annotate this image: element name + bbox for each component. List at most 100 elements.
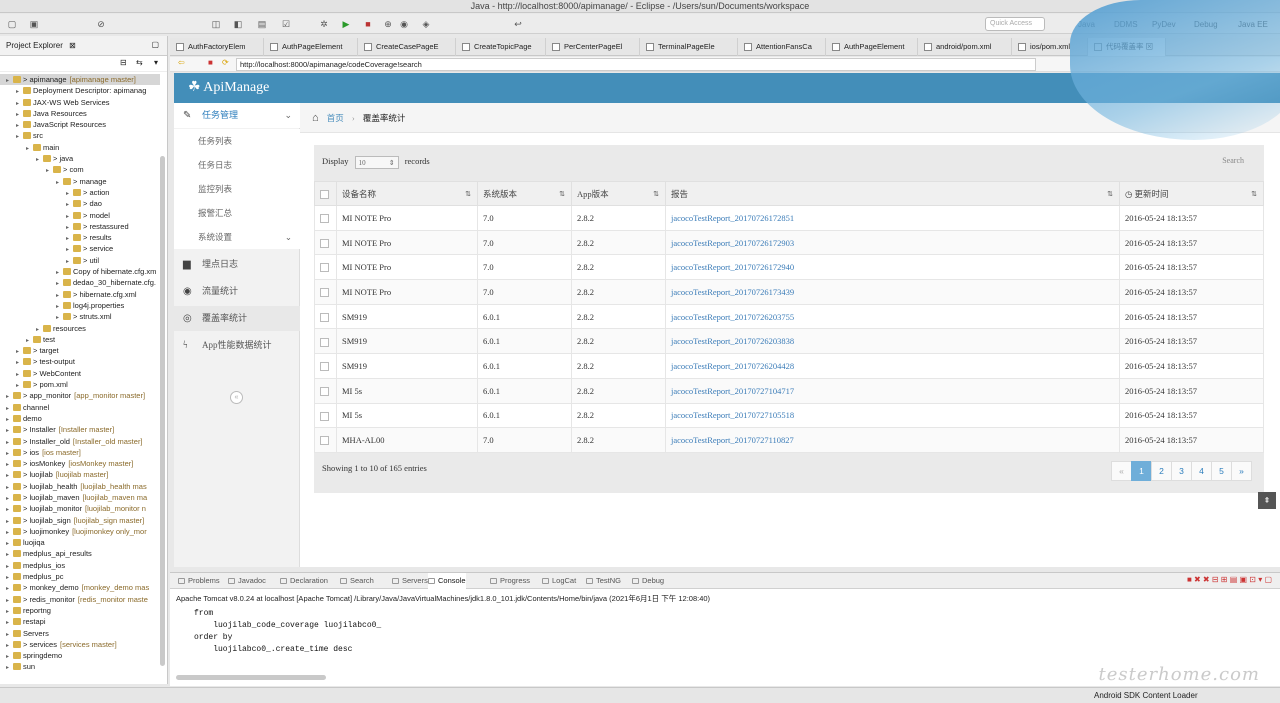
- tree-item[interactable]: ▸ > test-output: [0, 356, 160, 367]
- tree-item[interactable]: ▸ > pom.xml: [0, 379, 160, 390]
- report-link[interactable]: jacocoTestReport_20170726203755: [671, 312, 794, 322]
- scroll-top-button[interactable]: ⇞: [1258, 492, 1276, 509]
- bottom-tab-declaration[interactable]: Declaration: [280, 573, 328, 589]
- expand-arrow-icon[interactable]: ▸: [66, 223, 73, 232]
- editor-tab[interactable]: AuthPageElement: [826, 38, 918, 56]
- report-link[interactable]: jacocoTestReport_20170726172903: [671, 238, 794, 248]
- bottom-tab-console[interactable]: Console: [428, 573, 466, 589]
- pager-page[interactable]: 4: [1191, 461, 1212, 481]
- tree-item[interactable]: ▸ test: [0, 334, 160, 345]
- tree-item[interactable]: ▸ medplus_pc: [0, 571, 160, 582]
- stop-external-icon[interactable]: ■: [362, 18, 374, 30]
- expand-arrow-icon[interactable]: ▸: [66, 245, 73, 254]
- expand-arrow-icon[interactable]: ▸: [6, 528, 13, 537]
- expand-arrow-icon[interactable]: ▸: [56, 268, 63, 277]
- submenu-monitor-list[interactable]: 监控列表: [174, 177, 300, 201]
- tree-item[interactable]: ▸ > luojilab [luojilab master]: [0, 469, 160, 480]
- menu-coverage-stats[interactable]: ◎ 覆盖率统计: [174, 306, 300, 331]
- search-label[interactable]: Search: [1222, 156, 1244, 165]
- pager-next[interactable]: »: [1231, 461, 1252, 481]
- tree-item[interactable]: ▸ luojiqa: [0, 537, 160, 548]
- editor-tab[interactable]: android/pom.xml: [918, 38, 1012, 56]
- expand-arrow-icon[interactable]: ▸: [6, 618, 13, 627]
- expand-arrow-icon[interactable]: ▸: [6, 652, 13, 661]
- console-scrollbar[interactable]: [176, 675, 326, 680]
- view-menu-icon[interactable]: ▾: [154, 58, 158, 67]
- expand-arrow-icon[interactable]: ▸: [6, 630, 13, 639]
- editor-tab[interactable]: TerminalPageEle: [640, 38, 738, 56]
- expand-arrow-icon[interactable]: ▸: [16, 132, 23, 141]
- expand-arrow-icon[interactable]: ▸: [6, 426, 13, 435]
- tree-item[interactable]: ▸ > Installer_old [Installer_old master]: [0, 436, 160, 447]
- table-row[interactable]: SM919 6.0.1 2.8.2 jacocoTestReport_20170726…: [314, 353, 1264, 379]
- refresh-icon[interactable]: ⟳: [222, 58, 229, 67]
- expand-arrow-icon[interactable]: ▸: [6, 562, 13, 571]
- pager-page[interactable]: 3: [1171, 461, 1192, 481]
- report-link[interactable]: jacocoTestReport_20170726172851: [671, 213, 794, 223]
- table-row[interactable]: MHA-AL00 7.0 2.8.2 jacocoTestReport_2017072…: [314, 427, 1264, 453]
- expand-arrow-icon[interactable]: ▸: [56, 291, 63, 300]
- submenu-task-list[interactable]: 任务列表: [174, 129, 300, 153]
- open-type-icon[interactable]: ◈: [420, 18, 432, 30]
- page-size-select[interactable]: 10 ⇕: [354, 155, 399, 169]
- menu-task-management[interactable]: ✎ 任务管理 ⌄: [174, 103, 300, 128]
- sidebar-collapse-button[interactable]: «: [230, 391, 243, 404]
- skip-breakpoints-icon[interactable]: ⊘: [95, 18, 107, 30]
- expand-arrow-icon[interactable]: ▸: [16, 381, 23, 390]
- expand-arrow-icon[interactable]: ▸: [6, 415, 13, 424]
- expand-arrow-icon[interactable]: ▸: [56, 313, 63, 322]
- bottom-tab-servers[interactable]: Servers: [392, 573, 428, 589]
- expand-arrow-icon[interactable]: ▸: [6, 392, 13, 401]
- menu-traffic-stats[interactable]: ◉ 流量统计: [174, 279, 300, 304]
- editor-tab[interactable]: 代码覆盖率 ⊠: [1088, 38, 1166, 56]
- tree-item[interactable]: ▸ > service: [0, 243, 160, 254]
- tree-item[interactable]: ▸ > Installer [Installer master]: [0, 424, 160, 435]
- tree-item[interactable]: ▸ > manage: [0, 176, 160, 187]
- expand-arrow-icon[interactable]: ▸: [56, 178, 63, 187]
- expand-arrow-icon[interactable]: ▸: [6, 494, 13, 503]
- table-row[interactable]: MI NOTE Pro 7.0 2.8.2 jacocoTestReport_2017…: [314, 229, 1264, 256]
- col-report[interactable]: 报告 ⇅: [665, 181, 1120, 206]
- tree-item[interactable]: ▸ > struts.xml: [0, 311, 160, 322]
- expand-arrow-icon[interactable]: ▸: [16, 358, 23, 367]
- tree-item[interactable]: ▸ > luojilab_maven [luojilab_maven ma: [0, 492, 160, 503]
- expand-arrow-icon[interactable]: ▸: [66, 234, 73, 243]
- tree-item[interactable]: ▸ > java: [0, 153, 160, 164]
- report-link[interactable]: jacocoTestReport_20170727110827: [671, 435, 794, 445]
- expand-arrow-icon[interactable]: ▸: [26, 336, 33, 345]
- tree-item[interactable]: ▸ > target: [0, 345, 160, 356]
- tree-item[interactable]: ▸ Copy of hibernate.cfg.xm: [0, 266, 160, 277]
- tree-item[interactable]: ▸ restapi: [0, 616, 160, 627]
- run-icon[interactable]: ▶: [340, 18, 352, 30]
- col-updated-time[interactable]: ◷ 更新时间 ⇅: [1119, 181, 1264, 206]
- expand-arrow-icon[interactable]: ▸: [6, 471, 13, 480]
- quick-access-input[interactable]: Quick Access: [985, 17, 1045, 31]
- tree-item[interactable]: ▸ > monkey_demo [monkey_demo mas: [0, 582, 160, 593]
- report-link[interactable]: jacocoTestReport_20170726203838: [671, 336, 794, 346]
- bottom-tab-problems[interactable]: Problems: [178, 573, 220, 589]
- expand-arrow-icon[interactable]: ▸: [6, 641, 13, 650]
- project-explorer-scrollbar[interactable]: [160, 156, 165, 666]
- globe-icon[interactable]: ◉: [398, 18, 410, 30]
- row-checkbox[interactable]: [320, 263, 329, 273]
- tree-item[interactable]: ▸ > model: [0, 210, 160, 221]
- pager-prev[interactable]: «: [1111, 461, 1132, 481]
- perspective-ddms[interactable]: DDMS: [1112, 18, 1140, 31]
- save-icon[interactable]: ▣: [28, 18, 40, 30]
- perspective-debug[interactable]: Debug: [1192, 18, 1220, 31]
- bottom-tab-progress[interactable]: Progress: [490, 573, 530, 589]
- col-app-version[interactable]: App版本 ⇅: [571, 181, 666, 206]
- tree-item[interactable]: ▸ > apimanage [apimanage master]: [0, 74, 160, 86]
- tree-item[interactable]: ▸ > hibernate.cfg.xml: [0, 289, 160, 300]
- report-link[interactable]: jacocoTestReport_20170726172940: [671, 262, 794, 272]
- expand-arrow-icon[interactable]: ▸: [66, 200, 73, 209]
- submenu-task-log[interactable]: 任务日志: [174, 153, 300, 177]
- tree-item[interactable]: ▸ Java Resources: [0, 108, 160, 119]
- expand-arrow-icon[interactable]: ▸: [56, 279, 63, 288]
- back-icon[interactable]: ⇦: [178, 58, 185, 67]
- link-editor-icon[interactable]: ⇆: [136, 58, 143, 67]
- expand-arrow-icon[interactable]: ▸: [6, 460, 13, 469]
- menu-tracking-log[interactable]: ▆ 埋点日志: [174, 252, 300, 277]
- expand-arrow-icon[interactable]: ▸: [6, 483, 13, 492]
- home-icon[interactable]: ⌂: [312, 112, 319, 124]
